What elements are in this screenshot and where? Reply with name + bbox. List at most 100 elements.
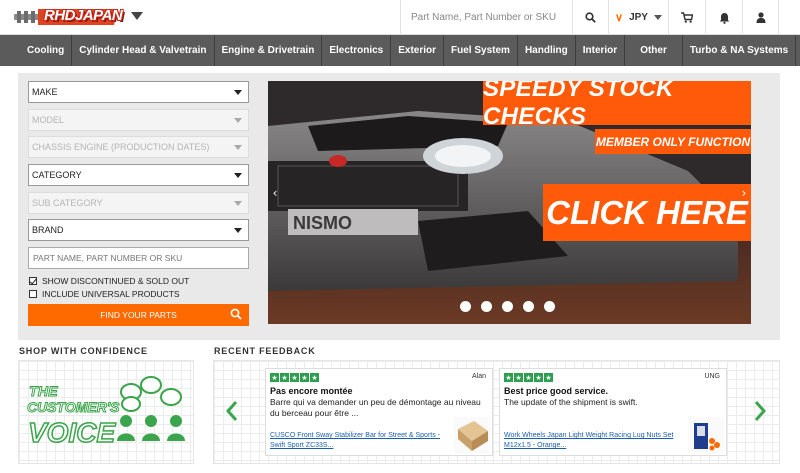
include-universal-option[interactable]: INCLUDE UNIVERSAL PRODUCTS: [29, 289, 180, 299]
banner-next-arrow-icon[interactable]: ›: [737, 186, 751, 200]
feedback-card[interactable]: ★ ★ ★ ★ ★ UNG Best price good service. The u…: [499, 368, 727, 456]
star-icon: ★: [310, 373, 319, 382]
search-input[interactable]: [401, 0, 572, 35]
feedback-title: Best price good service.: [504, 386, 609, 396]
star-icon: ★: [504, 373, 513, 382]
make-select-label: MAKE: [32, 87, 58, 97]
show-discontinued-label: SHOW DISCONTINUED & SOLD OUT: [42, 276, 190, 286]
currency-label: JPY: [629, 12, 648, 23]
star-icon: ★: [534, 373, 543, 382]
make-select[interactable]: MAKE: [28, 81, 249, 103]
banner-prev-arrow-icon[interactable]: ‹: [268, 186, 282, 200]
feedback-user: UNG: [704, 373, 720, 380]
currency-chevron-icon: ∨: [615, 12, 624, 24]
feedback-product-link[interactable]: Work Wheels Japan Light Weight Racing Lu…: [504, 431, 679, 451]
carousel-dot[interactable]: [544, 301, 555, 312]
carousel-dot[interactable]: [481, 301, 492, 312]
promo-banner[interactable]: NISMO SPEEDY STOCK CHECKS MEMBER ONLY FU…: [268, 81, 751, 324]
bell-icon: [719, 12, 729, 24]
nav-item-cooling[interactable]: Cooling: [0, 35, 73, 66]
show-discontinued-checkbox[interactable]: [29, 277, 37, 285]
star-icon: ★: [544, 373, 553, 382]
feedback-heading: RECENT FEEDBACK: [214, 346, 316, 356]
nav-item-handling[interactable]: Handling: [518, 35, 576, 66]
chassis-select[interactable]: CHASSIS ENGINE (PRODUCTION DATES): [28, 136, 249, 158]
caret-down-icon: [234, 228, 242, 233]
star-icon: ★: [300, 373, 309, 382]
carousel-dot[interactable]: [460, 301, 471, 312]
account-button[interactable]: [742, 0, 779, 35]
caret-down-icon: [234, 118, 242, 123]
caret-down-icon: [234, 90, 242, 95]
star-icon: ★: [270, 373, 279, 382]
banner-cta[interactable]: CLICK HERE: [543, 184, 751, 241]
feedback-next-icon[interactable]: [753, 400, 767, 422]
nav-item-exterior[interactable]: Exterior: [391, 35, 445, 66]
carousel-dot[interactable]: [502, 301, 513, 312]
star-icon: ★: [524, 373, 533, 382]
feedback-prev-icon[interactable]: [225, 400, 239, 422]
nav-item-fuel-system[interactable]: Fuel System: [444, 35, 518, 66]
find-parts-button[interactable]: FIND YOUR PARTS: [28, 304, 249, 326]
model-select-label: MODEL: [32, 115, 65, 125]
caret-down-icon: [234, 173, 242, 178]
star-icon: ★: [280, 373, 289, 382]
sub-category-select-label: SUB CATEGORY: [32, 198, 103, 208]
product-thumbnail[interactable]: [454, 417, 490, 453]
nav-item-electronics[interactable]: Electronics: [322, 35, 392, 66]
cart-button[interactable]: [668, 0, 705, 35]
banner-headline: SPEEDY STOCK CHECKS: [483, 81, 751, 130]
category-select-label: CATEGORY: [32, 170, 82, 180]
category-select[interactable]: CATEGORY: [28, 164, 249, 186]
feedback-title: Pas encore montée: [270, 386, 353, 396]
customer-voice-panel[interactable]: THE CUSTOMER'S VOICE: [18, 360, 194, 464]
model-select[interactable]: MODEL: [28, 109, 249, 131]
feedback-product-link[interactable]: CUSCO Front Sway Stabilizer Bar for Stre…: [270, 431, 445, 451]
nav-item-interior[interactable]: Interior: [576, 35, 626, 66]
brand-select-label: BRAND: [32, 225, 64, 235]
caret-down-icon: [234, 201, 242, 206]
nav-item-other[interactable]: Other: [625, 35, 683, 66]
voice-line1: THE: [29, 383, 59, 400]
feedback-card[interactable]: ★ ★ ★ ★ ★ Alan Pas encore montée Barre qui v…: [265, 368, 493, 456]
star-icon: ★: [290, 373, 299, 382]
brand-select[interactable]: BRAND: [28, 219, 249, 241]
site-logo[interactable]: RHDJAPAN: [14, 6, 123, 28]
site-header: RHDJAPAN ∨ JPY: [0, 0, 800, 35]
product-thumbnail[interactable]: [688, 417, 724, 453]
user-icon: [756, 12, 765, 23]
confidence-heading: SHOP WITH CONFIDENCE: [19, 346, 148, 356]
chassis-select-label: CHASSIS ENGINE (PRODUCTION DATES): [32, 142, 210, 152]
nav-item-cylinder-head[interactable]: Cylinder Head & Valvetrain: [72, 35, 215, 66]
feedback-user: Alan: [471, 373, 486, 380]
currency-select[interactable]: ∨ JPY: [608, 0, 668, 35]
notifications-button[interactable]: [705, 0, 742, 35]
rating-stars: ★ ★ ★ ★ ★: [504, 373, 553, 382]
nav-item-engine-drivetrain[interactable]: Engine & Drivetrain: [215, 35, 323, 66]
include-universal-label: INCLUDE UNIVERSAL PRODUCTS: [42, 289, 180, 299]
cart-icon: [681, 12, 693, 23]
part-number-input[interactable]: [28, 247, 249, 269]
rating-stars: ★ ★ ★ ★ ★: [270, 373, 319, 382]
search-button[interactable]: [572, 0, 608, 35]
category-nav: Cooling Cylinder Head & Valvetrain Engin…: [0, 35, 800, 66]
carousel-dots: [460, 301, 555, 312]
search-box: [400, 0, 572, 35]
star-icon: ★: [514, 373, 523, 382]
sub-category-select[interactable]: SUB CATEGORY: [28, 192, 249, 214]
logo-text: RHDJAPAN: [44, 7, 123, 24]
nav-item-turbo-na[interactable]: Turbo & NA Systems: [683, 35, 797, 66]
caret-down-icon: [234, 145, 242, 150]
svg-text:NISMO: NISMO: [293, 213, 352, 233]
show-discontinued-option[interactable]: SHOW DISCONTINUED & SOLD OUT: [29, 276, 189, 286]
search-icon: [585, 12, 596, 23]
include-universal-checkbox[interactable]: [29, 290, 37, 298]
feedback-body: The update of the shipment is swift.: [504, 397, 638, 407]
chevron-down-icon: [653, 15, 662, 20]
chevron-down-icon[interactable]: [130, 10, 144, 22]
banner-subline: MEMBER ONLY FUNCTION: [595, 129, 751, 154]
search-icon: [230, 308, 242, 320]
carousel-dot[interactable]: [523, 301, 534, 312]
feedback-body: Barre qui va demander un peu de démontag…: [270, 397, 481, 418]
find-parts-label: FIND YOUR PARTS: [100, 310, 177, 320]
